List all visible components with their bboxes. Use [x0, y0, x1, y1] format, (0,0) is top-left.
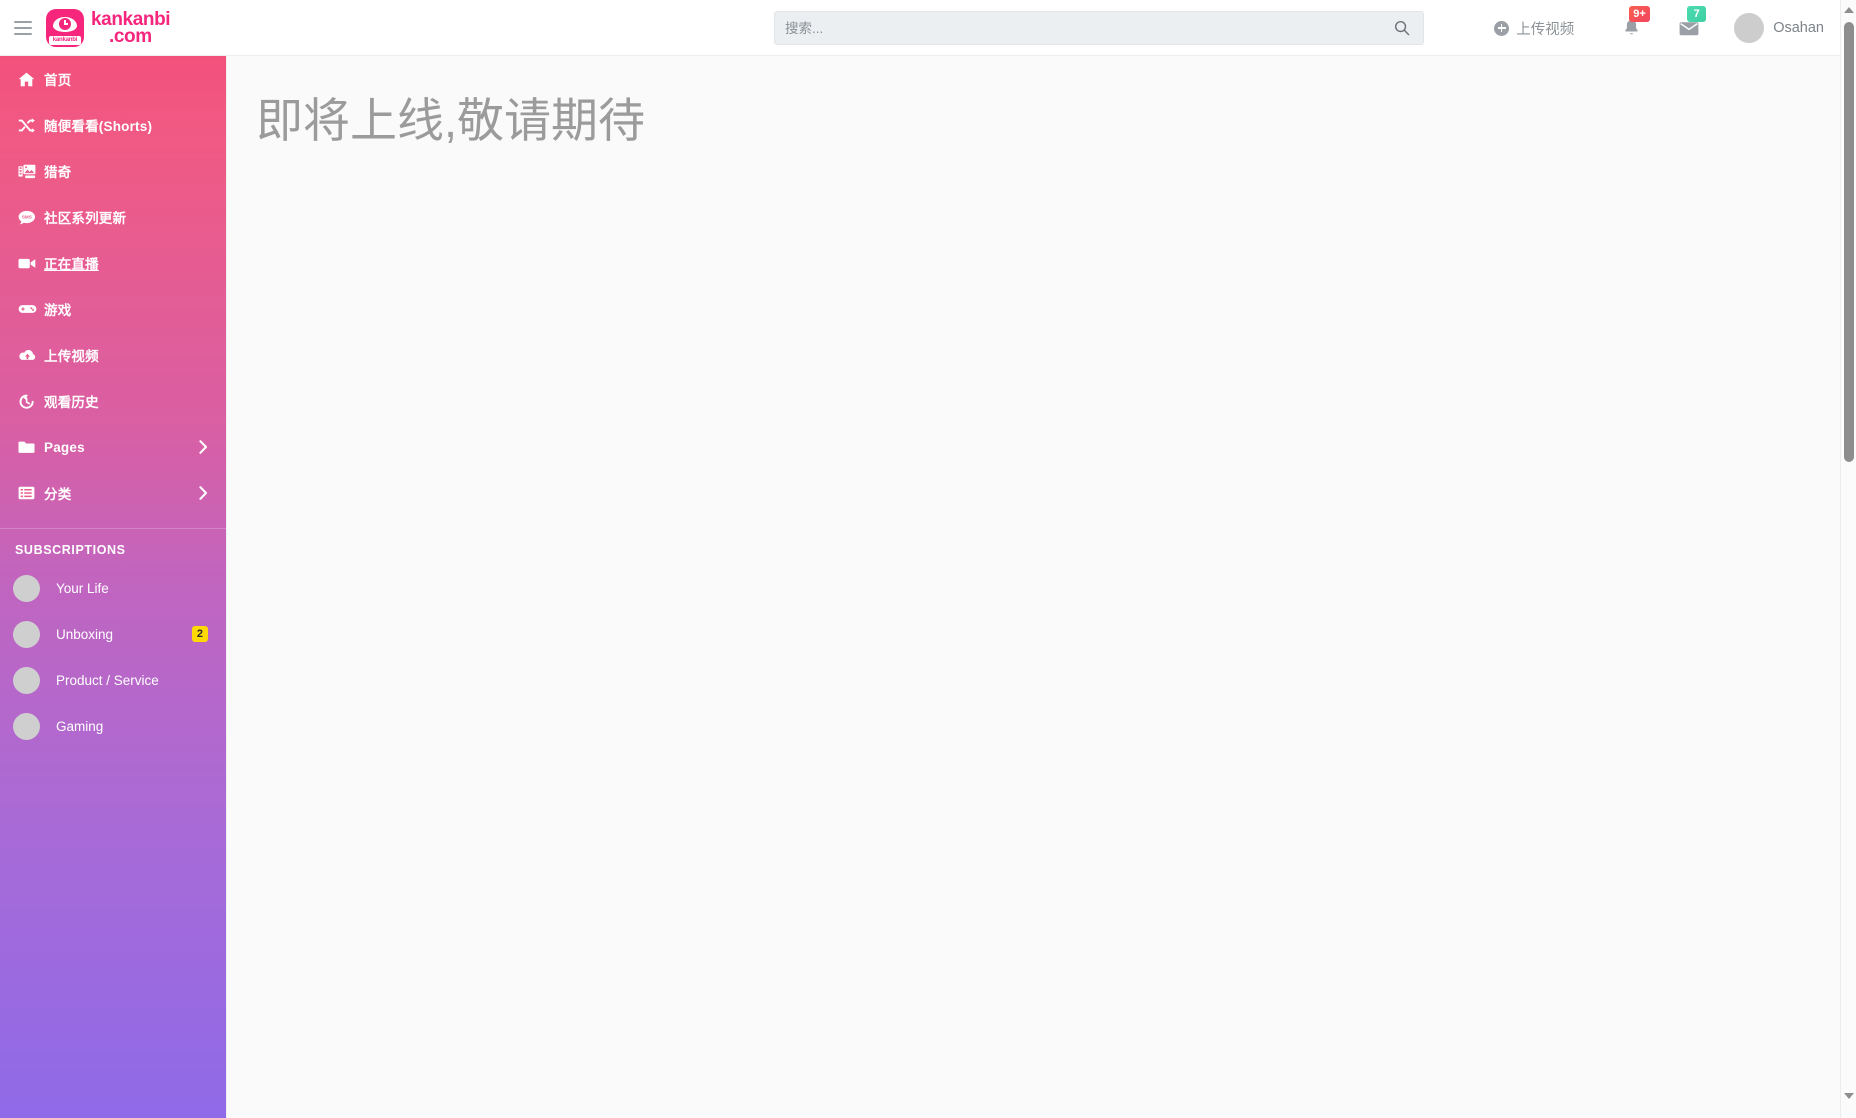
comment-sms-icon: SMS — [18, 210, 44, 225]
cloud-upload-icon — [18, 349, 44, 362]
main-content: 即将上线,敬请期待 — [226, 56, 1840, 1118]
plus-circle-icon — [1494, 20, 1510, 36]
logo-eye-clock-icon: kankanbi — [46, 8, 84, 47]
user-name: Osahan — [1773, 20, 1824, 36]
sidebar-label-categories: 分类 — [44, 487, 72, 502]
sidebar-item-pages[interactable]: Pages — [0, 424, 226, 470]
channel-avatar — [13, 666, 40, 694]
channel-avatar — [13, 712, 40, 740]
photo-video-icon — [18, 164, 44, 179]
sidebar-item-categories[interactable]: 分类 — [0, 470, 226, 516]
envelope-icon — [1679, 21, 1699, 35]
sidebar-item-games[interactable]: 游戏 — [0, 286, 226, 332]
scrollbar-down-button[interactable] — [1841, 1088, 1856, 1104]
user-menu[interactable]: Osahan — [1734, 13, 1824, 43]
sidebar-item-community[interactable]: SMS 社区系列更新 — [0, 194, 226, 240]
folder-icon — [18, 440, 44, 454]
channel-avatar — [13, 620, 40, 648]
chevron-up-icon — [1844, 7, 1854, 13]
upload-video-label: 上传视频 — [1516, 21, 1575, 38]
search-box[interactable] — [774, 11, 1424, 45]
search-button[interactable] — [1391, 17, 1413, 39]
scrollbar-thumb[interactable] — [1844, 22, 1854, 462]
sidebar-item-explore[interactable]: 猎奇 — [0, 148, 226, 194]
sidebar-label-community: 社区系列更新 — [44, 211, 127, 226]
subscription-item-product-service[interactable]: Product / Service — [0, 657, 226, 703]
subscription-item-your-life[interactable]: Your Life — [0, 565, 226, 611]
sidebar-item-live[interactable]: 正在直播 — [0, 240, 226, 286]
sidebar-label-explore: 猎奇 — [44, 165, 72, 180]
sidebar-item-shorts[interactable]: 随便看看(Shorts) — [0, 102, 226, 148]
brand-domain: .com — [109, 25, 152, 47]
brand-wordmark: kankanbi .com — [91, 10, 171, 47]
avatar — [1734, 13, 1765, 43]
subscription-label: Unboxing — [56, 626, 114, 642]
notifications-button[interactable]: 9+ — [1618, 6, 1650, 41]
sidebar-label-history: 观看历史 — [44, 395, 99, 410]
search-area — [774, 11, 1424, 45]
history-icon — [18, 394, 44, 409]
chevron-right-icon — [199, 486, 208, 500]
logo-mark-text: kankanbi — [49, 35, 81, 45]
scrollbar-up-button[interactable] — [1841, 2, 1856, 18]
sidebar-label-shorts: 随便看看(Shorts) — [44, 119, 153, 134]
sidebar: 首页 随便看看(Shorts) 猎奇 SMS 社区系列更新 正在直播 游戏 上传… — [0, 56, 226, 1118]
channel-avatar — [13, 574, 40, 602]
svg-text:SMS: SMS — [22, 214, 32, 219]
chevron-right-icon — [199, 440, 208, 454]
page-scrollbar[interactable] — [1840, 0, 1856, 1118]
header-actions: 上传视频 9+ 7 Osahan — [1494, 0, 1824, 56]
messages-badge: 7 — [1687, 6, 1707, 22]
home-icon — [18, 72, 44, 87]
sidebar-label-home: 首页 — [44, 73, 72, 88]
subscription-badge: 2 — [191, 626, 208, 642]
subscription-item-unboxing[interactable]: Unboxing 2 — [0, 611, 226, 657]
search-input[interactable] — [785, 20, 1391, 36]
upload-video-button[interactable]: 上传视频 — [1494, 18, 1574, 39]
subscription-item-gaming[interactable]: Gaming — [0, 703, 226, 749]
subscriptions-heading: SUBSCRIPTIONS — [15, 543, 126, 557]
sidebar-label-pages: Pages — [44, 439, 85, 455]
gamepad-icon — [18, 303, 44, 315]
hamburger-icon — [14, 20, 32, 23]
sidebar-item-upload[interactable]: 上传视频 — [0, 332, 226, 378]
sidebar-label-upload: 上传视频 — [44, 349, 99, 364]
sidebar-item-history[interactable]: 观看历史 — [0, 378, 226, 424]
sidebar-label-live: 正在直播 — [44, 257, 99, 272]
subscription-label: Gaming — [56, 718, 104, 734]
chevron-down-icon — [1844, 1093, 1854, 1099]
notifications-badge: 9+ — [1629, 6, 1650, 22]
shuffle-icon — [18, 117, 44, 133]
subscription-label: Product / Service — [56, 672, 159, 688]
subscription-label: Your Life — [56, 580, 109, 596]
brand-logo[interactable]: kankanbi kankanbi .com — [46, 8, 171, 47]
video-camera-icon — [18, 257, 44, 270]
top-header: kankanbi kankanbi .com 上传视频 — [0, 0, 1840, 56]
list-icon — [18, 486, 44, 500]
messages-button[interactable]: 7 — [1676, 6, 1707, 41]
menu-toggle-button[interactable] — [0, 0, 46, 56]
search-icon — [1394, 20, 1410, 36]
sidebar-label-games: 游戏 — [44, 303, 72, 318]
coming-soon-message: 即将上线,敬请期待 — [256, 94, 646, 147]
sidebar-item-home[interactable]: 首页 — [0, 56, 226, 102]
